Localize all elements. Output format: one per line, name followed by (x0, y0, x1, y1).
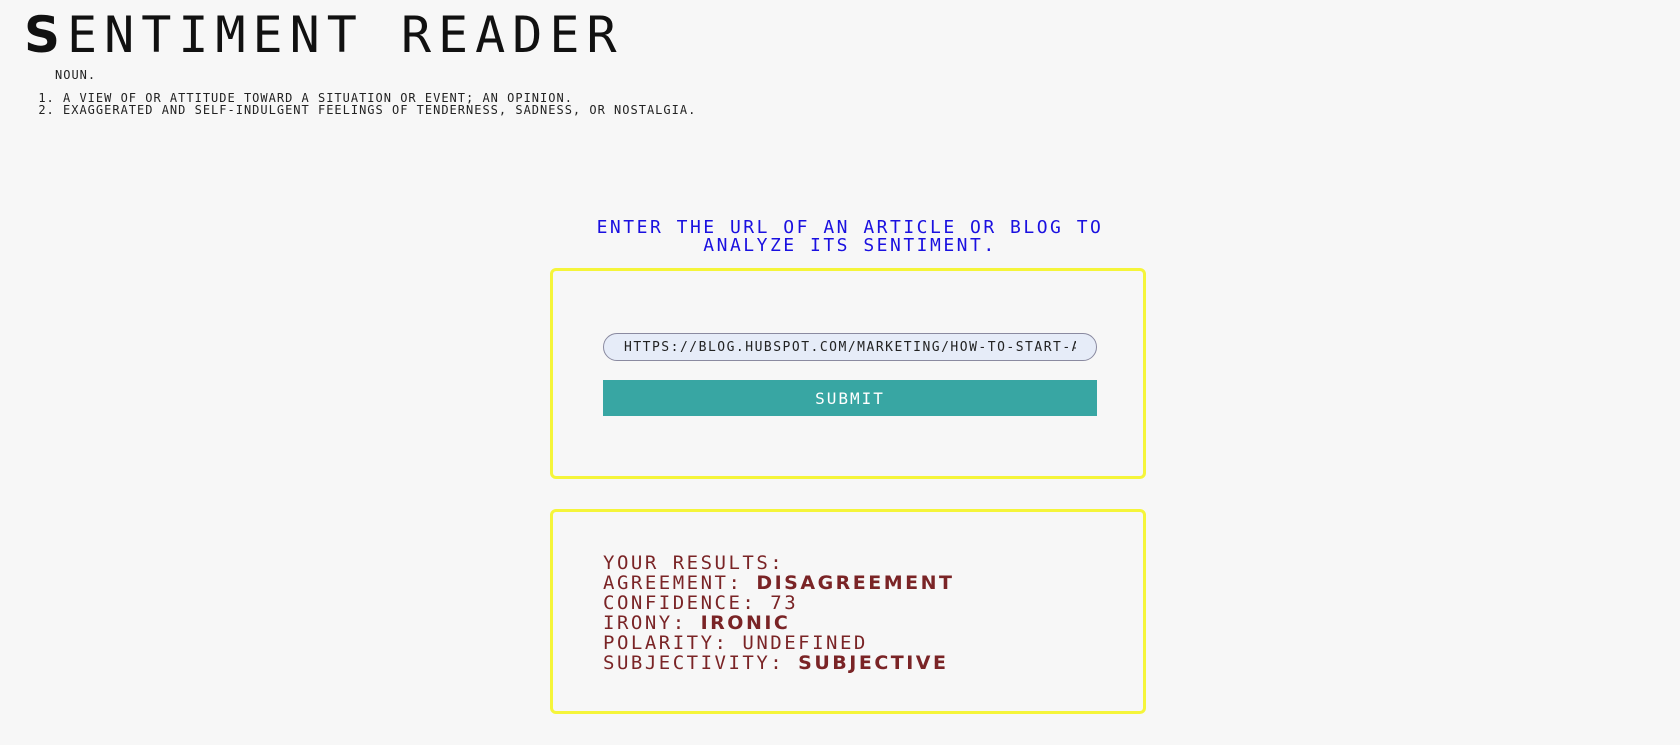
irony-label: IRONY: (603, 612, 687, 634)
confidence-label: CONFIDENCE: (603, 592, 757, 614)
result-irony: IRONY: IRONIC (603, 613, 955, 633)
url-prompt: ENTER THE URL OF AN ARTICLE OR BLOG TO A… (596, 217, 1104, 256)
polarity-label: POLARITY: (603, 632, 729, 654)
url-form-card: SUBMIT (550, 268, 1146, 479)
submit-button[interactable]: SUBMIT (603, 380, 1097, 416)
irony-value: IRONIC (700, 612, 791, 634)
agreement-label: AGREEMENT: (603, 572, 743, 594)
page-title: SENTIMENT READER (24, 4, 624, 66)
definition-item: EXAGGERATED AND SELF-INDULGENT FEELINGS … (63, 104, 696, 116)
url-input[interactable] (603, 333, 1097, 361)
result-confidence: CONFIDENCE: 73 (603, 593, 955, 613)
subjectivity-value: SUBJECTIVE (798, 652, 949, 674)
title-initial: S (24, 6, 68, 64)
confidence-value: 73 (770, 592, 799, 614)
result-subjectivity: SUBJECTIVITY: SUBJECTIVE (603, 653, 955, 673)
polarity-value: UNDEFINED (742, 632, 868, 654)
title-rest: ENTIMENT READER (67, 6, 624, 64)
results-panel: YOUR RESULTS: AGREEMENT: DISAGREEMENT CO… (603, 553, 955, 673)
definition-list: A VIEW OF OR ATTITUDE TOWARD A SITUATION… (35, 92, 696, 116)
results-heading: YOUR RESULTS: (603, 552, 785, 574)
subjectivity-label: SUBJECTIVITY: (603, 652, 785, 674)
result-agreement: AGREEMENT: DISAGREEMENT (603, 573, 955, 593)
result-polarity: POLARITY: UNDEFINED (603, 633, 955, 653)
part-of-speech: NOUN. (55, 68, 97, 82)
results-card: YOUR RESULTS: AGREEMENT: DISAGREEMENT CO… (550, 509, 1146, 714)
agreement-value: DISAGREEMENT (756, 572, 955, 594)
